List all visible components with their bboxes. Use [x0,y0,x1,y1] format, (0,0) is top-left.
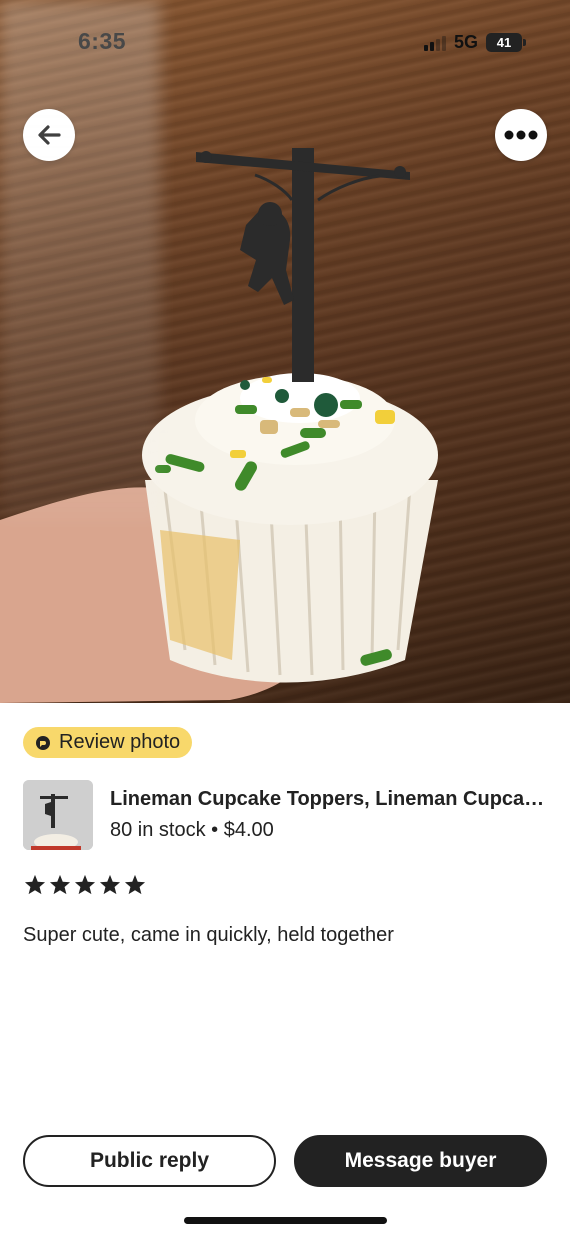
message-buyer-button[interactable]: Message buyer [294,1135,547,1187]
signal-icon [423,35,446,51]
review-photo-label: Review photo [59,731,181,753]
battery-level: 41 [496,35,512,50]
review-photo-icon [36,735,50,750]
cupcake-photo-illustration [0,148,438,703]
review-text: Super cute, came in quickly, held togeth… [23,924,394,946]
star-icon [24,874,46,895]
review-photo[interactable]: 6:35 5G 41 [0,0,570,703]
more-options-button[interactable] [495,109,547,161]
battery-icon: 41 [486,33,526,52]
home-indicator[interactable] [184,1217,387,1224]
star-icon [74,874,96,895]
review-photo-badge: Review photo [23,727,193,758]
star-icon [49,874,71,895]
product-thumbnail-image [23,780,93,850]
status-indicators: 5G 41 [423,32,526,53]
product-title[interactable]: Lineman Cupcake Toppers, Lineman Cupcake… [110,788,550,811]
network-type: 5G [453,32,478,52]
status-bar: 6:35 5G 41 [0,0,570,84]
star-icon [124,874,146,895]
product-thumbnail[interactable] [23,780,93,850]
public-reply-button[interactable]: Public reply [23,1135,276,1187]
star-icon [99,874,121,895]
status-time: 6:35 [78,28,127,54]
product-stock-price: 80 in stock • $4.00 [110,819,274,841]
back-button[interactable] [23,109,75,161]
more-horizontal-icon [504,130,538,140]
product-row[interactable]: Lineman Cupcake Toppers, Lineman Cupcake… [23,780,553,852]
star-rating [24,874,146,895]
arrow-left-icon [38,125,61,145]
